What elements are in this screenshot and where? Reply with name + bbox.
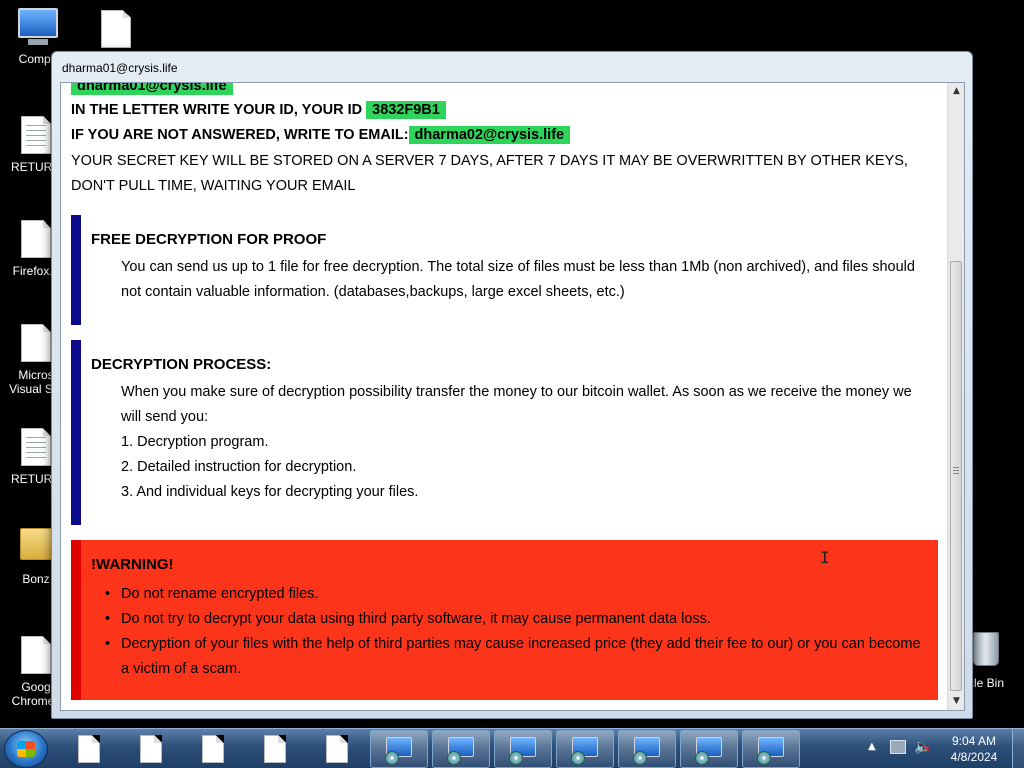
ransom-note-window: dharma01@crysis.life dharma01@crysis.lif…	[51, 51, 973, 719]
taskbar-app-button[interactable]	[618, 730, 676, 768]
taskbar-app-button[interactable]	[370, 730, 428, 768]
volume-muted-icon[interactable]: 🔈 ✕	[914, 739, 931, 755]
contact-email-highlight: dharma01@crysis.life	[71, 83, 233, 95]
text-cursor-icon: I	[820, 548, 830, 567]
process-text: When you make sure of decryption possibi…	[121, 380, 932, 505]
section-accent-bar	[71, 215, 81, 325]
process-intro: When you make sure of decryption possibi…	[121, 384, 912, 425]
file-icon	[326, 735, 348, 763]
windows-logo-icon	[17, 741, 35, 757]
note-content: dharma01@crysis.life IN THE LETTER WRITE…	[61, 83, 948, 710]
taskbar-app-button[interactable]	[742, 730, 800, 768]
window-client-area: dharma01@crysis.life IN THE LETTER WRITE…	[60, 82, 965, 711]
proof-heading: FREE DECRYPTION FOR PROOF	[91, 231, 327, 248]
taskbar-pinned-file[interactable]	[184, 731, 242, 767]
vertical-scrollbar[interactable]: ▲ ▼	[947, 83, 964, 710]
show-desktop-button[interactable]	[1012, 729, 1024, 768]
email-line: IF YOU ARE NOT ANSWERED, WRITE TO EMAIL:…	[71, 126, 571, 144]
warning-heading: !WARNING!	[91, 556, 174, 573]
taskbar-app-button[interactable]	[680, 730, 738, 768]
scrollbar-thumb[interactable]	[950, 261, 962, 691]
desktop-icon-file[interactable]	[80, 10, 152, 54]
section-accent-bar	[71, 340, 81, 525]
victim-id-highlight: 3832F9B1	[366, 101, 446, 119]
text-file-icon	[20, 428, 52, 468]
proof-text: You can send us up to 1 file for free de…	[121, 259, 915, 300]
system-clock[interactable]: 9:04 AM 4/8/2024	[940, 733, 1008, 765]
file-icon	[20, 324, 52, 364]
network-icon[interactable]	[890, 740, 906, 754]
desktop: Compu RETURN Firefox.lr Micros Visual St…	[0, 0, 1024, 768]
file-icon	[78, 735, 100, 763]
proof-section: FREE DECRYPTION FOR PROOF You can send u…	[71, 215, 938, 325]
show-hidden-icons-arrow-icon[interactable]: ▲	[868, 741, 876, 752]
key-warning-line-1: YOUR SECRET KEY WILL BE STORED ON A SERV…	[71, 153, 908, 169]
warning-item: • Decryption of your files with the help …	[105, 636, 921, 677]
taskbar-app-button[interactable]	[432, 730, 490, 768]
warning-item: • Do not rename encrypted files.	[105, 586, 319, 602]
backup-email-highlight: dharma02@crysis.life	[408, 126, 571, 144]
file-icon	[202, 735, 224, 763]
file-icon	[20, 220, 52, 260]
process-heading: DECRYPTION PROCESS:	[91, 356, 272, 373]
recycle-bin-icon	[970, 632, 1002, 672]
process-item: 1. Decryption program.	[121, 434, 269, 450]
id-line: IN THE LETTER WRITE YOUR ID, YOUR ID 383…	[71, 101, 446, 119]
process-section: DECRYPTION PROCESS: When you make sure o…	[71, 340, 938, 525]
email-line-prefix: IF YOU ARE NOT ANSWERED, WRITE TO EMAIL:	[71, 127, 409, 143]
taskbar-app-button[interactable]	[494, 730, 552, 768]
warning-item: • Do not try to decrypt your data using t…	[105, 611, 711, 627]
taskbar-pinned-file[interactable]	[60, 731, 118, 767]
taskbar: ▲ 🔈 ✕ 9:04 AM 4/8/2024	[0, 728, 1024, 768]
warning-list: • Do not rename encrypted files. • Do not …	[105, 582, 921, 682]
window-title: dharma01@crysis.life	[62, 61, 178, 75]
clock-date: 4/8/2024	[950, 750, 998, 764]
clock-time: 9:04 AM	[951, 734, 997, 748]
start-button[interactable]	[4, 730, 48, 768]
folder-icon	[20, 528, 54, 568]
id-line-prefix: IN THE LETTER WRITE YOUR ID, YOUR ID	[71, 102, 367, 118]
taskbar-pinned-file[interactable]	[308, 731, 366, 767]
file-icon	[264, 735, 286, 763]
file-icon	[140, 735, 162, 763]
computer-icon	[16, 8, 60, 52]
key-warning-line-2: DON'T PULL TIME, WAITING YOUR EMAIL	[71, 178, 356, 194]
taskbar-pinned-file[interactable]	[246, 731, 304, 767]
taskbar-pinned-file[interactable]	[122, 731, 180, 767]
scrollbar-grip-icon	[953, 467, 959, 474]
scroll-up-arrow-icon[interactable]: ▲	[948, 83, 964, 100]
process-item: 3. And individual keys for decrypting yo…	[121, 484, 419, 500]
file-icon	[100, 10, 132, 50]
taskbar-app-button[interactable]	[556, 730, 614, 768]
top-email-line: dharma01@crysis.life	[71, 83, 233, 95]
scroll-down-arrow-icon[interactable]: ▼	[948, 693, 964, 710]
warning-section: !WARNING! • Do not rename encrypted files…	[71, 540, 938, 700]
file-icon	[20, 636, 52, 676]
text-file-icon	[20, 116, 52, 156]
process-item: 2. Detailed instruction for decryption.	[121, 459, 357, 475]
